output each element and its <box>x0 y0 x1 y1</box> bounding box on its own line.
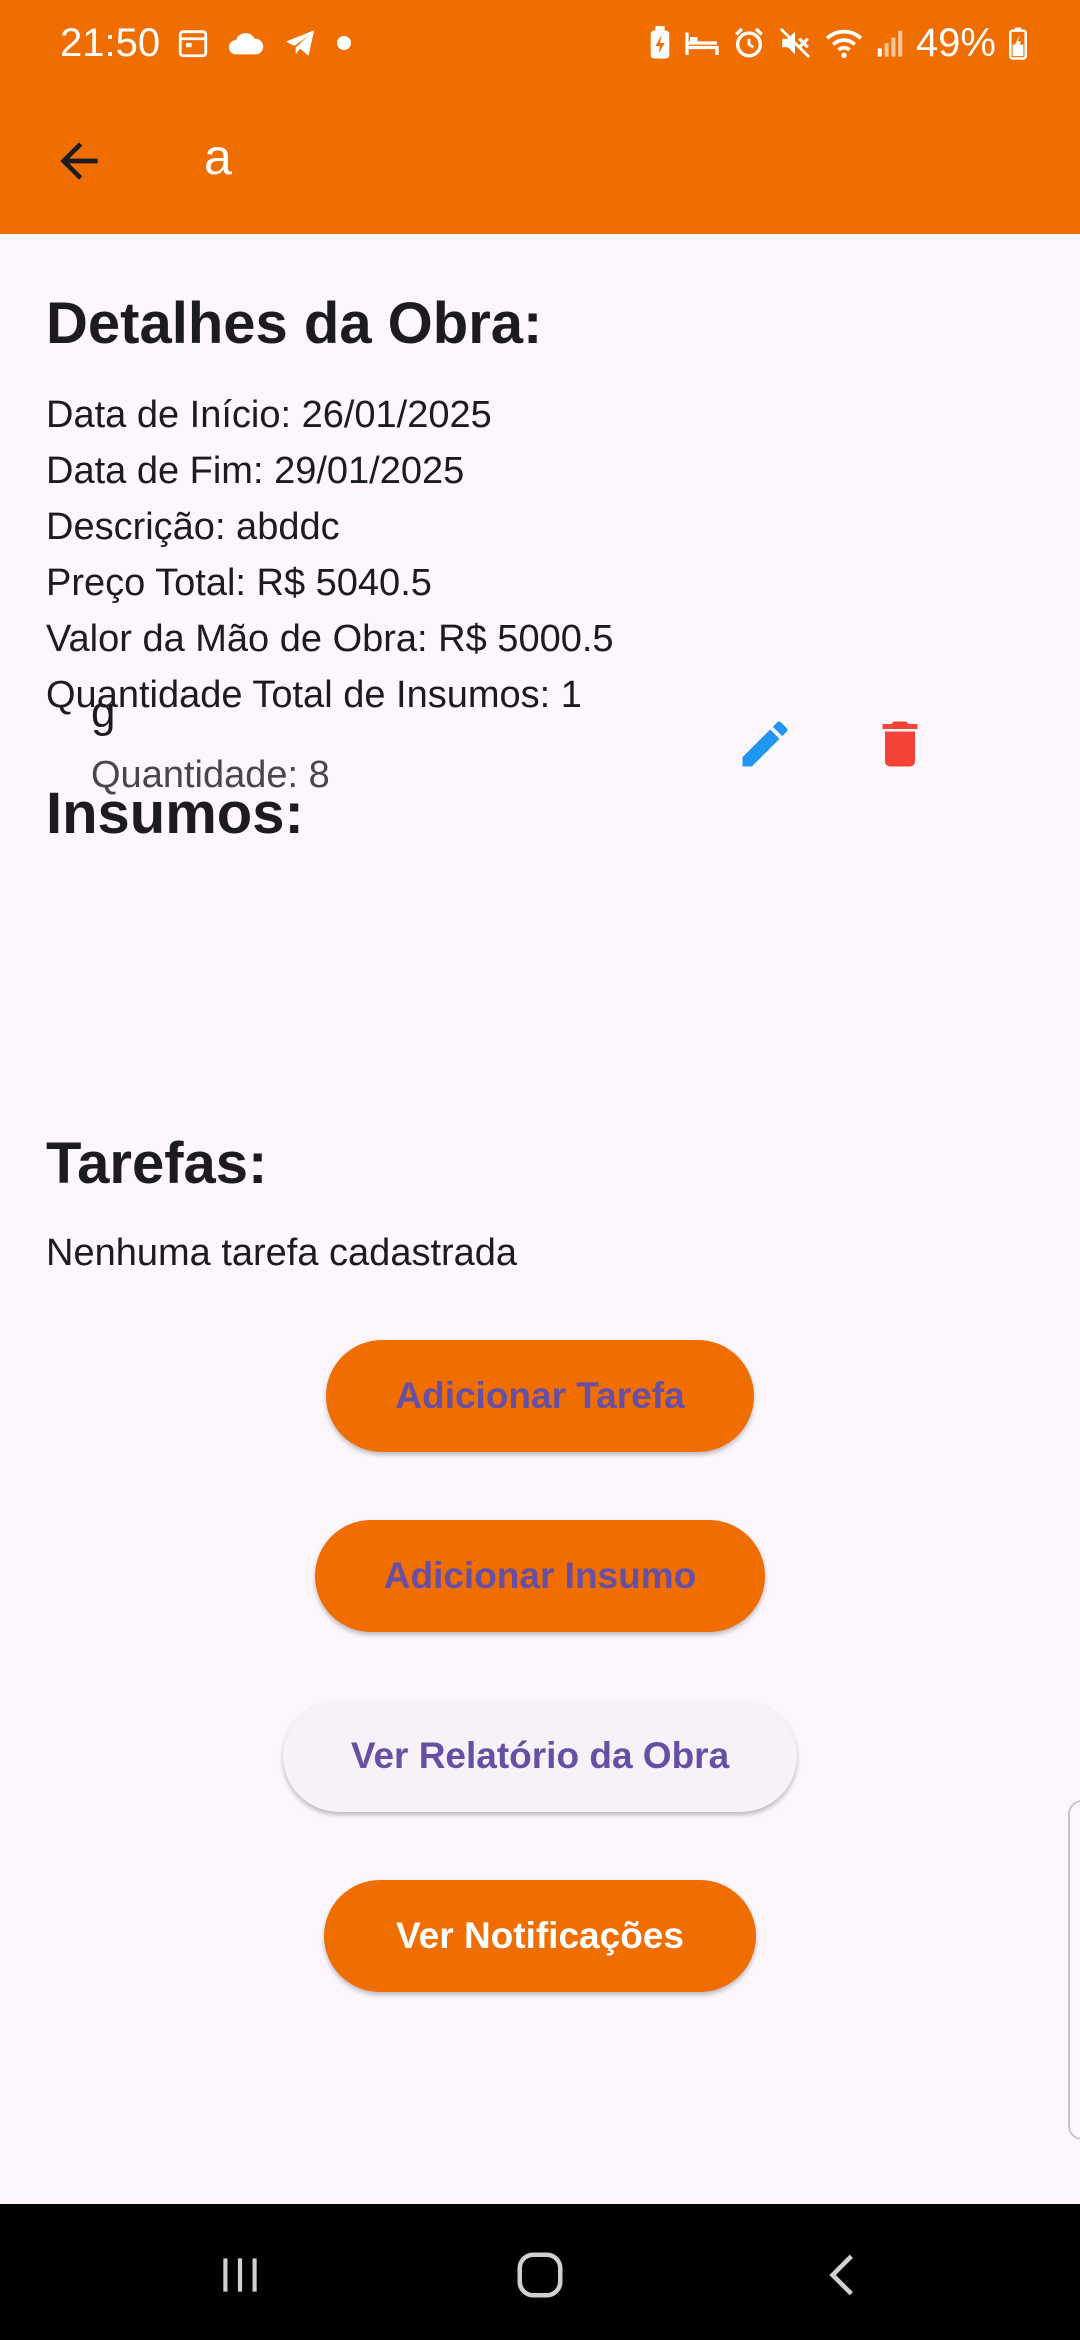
telegram-icon <box>282 26 318 60</box>
pencil-icon <box>742 721 788 767</box>
app-bar: a <box>0 86 1080 234</box>
back-button[interactable] <box>44 126 114 196</box>
tarefas-heading: Tarefas: <box>46 1131 268 1196</box>
signal-icon <box>876 28 904 58</box>
home-button[interactable] <box>505 2240 575 2310</box>
view-notifications-button[interactable]: Ver Notificações <box>324 1880 756 1992</box>
nav-back-button[interactable] <box>808 2240 878 2310</box>
add-task-button[interactable]: Adicionar Tarefa <box>326 1340 754 1452</box>
insumo-name: g <box>91 688 116 737</box>
recent-apps-icon <box>223 2258 257 2292</box>
add-insumo-button[interactable]: Adicionar Insumo <box>315 1520 765 1632</box>
wifi-icon <box>824 26 864 60</box>
detail-total-price: Preço Total: R$ 5040.5 <box>46 562 432 604</box>
insumo-quantity: Quantidade: 8 <box>91 754 330 796</box>
alarm-icon <box>732 26 766 60</box>
battery-saver-icon <box>648 26 672 60</box>
status-time: 21:50 <box>60 20 161 65</box>
view-report-button[interactable]: Ver Relatório da Obra <box>283 1700 797 1812</box>
mute-icon <box>778 26 812 60</box>
status-bar: 21:50 49% <box>0 0 1080 86</box>
calendar-icon <box>176 26 210 60</box>
content: Detalhes da Obra: Data de Início: 26/01/… <box>0 234 1080 2204</box>
battery-percent: 49% <box>915 20 996 65</box>
tarefas-empty-text: Nenhuma tarefa cadastrada <box>46 1232 518 1274</box>
scroll-handle[interactable] <box>1068 1800 1080 2140</box>
recent-apps-button[interactable] <box>205 2240 275 2310</box>
bed-icon <box>684 28 720 58</box>
detail-start-date: Data de Início: 26/01/2025 <box>46 394 492 436</box>
status-right: 49% <box>648 21 1028 66</box>
detail-description: Descrição: abddc <box>46 506 340 548</box>
trash-icon <box>882 721 918 767</box>
dot-icon <box>334 33 354 53</box>
arrow-back-icon <box>60 142 98 180</box>
details-heading: Detalhes da Obra: <box>46 291 543 356</box>
battery-charging-icon <box>1008 26 1028 60</box>
home-icon <box>517 2252 563 2298</box>
back-icon <box>829 2254 853 2296</box>
detail-end-date: Data de Fim: 29/01/2025 <box>46 450 465 492</box>
page-title: a <box>204 129 232 185</box>
edit-insumo-button[interactable] <box>725 704 805 784</box>
delete-insumo-button[interactable] <box>860 704 940 784</box>
detail-total-insumos: Quantidade Total de Insumos: 1 <box>46 674 582 716</box>
cloud-icon <box>226 28 266 58</box>
system-nav-bar <box>0 2204 1080 2340</box>
status-left: 21:50 <box>60 21 354 66</box>
detail-labor-value: Valor da Mão de Obra: R$ 5000.5 <box>46 618 614 660</box>
